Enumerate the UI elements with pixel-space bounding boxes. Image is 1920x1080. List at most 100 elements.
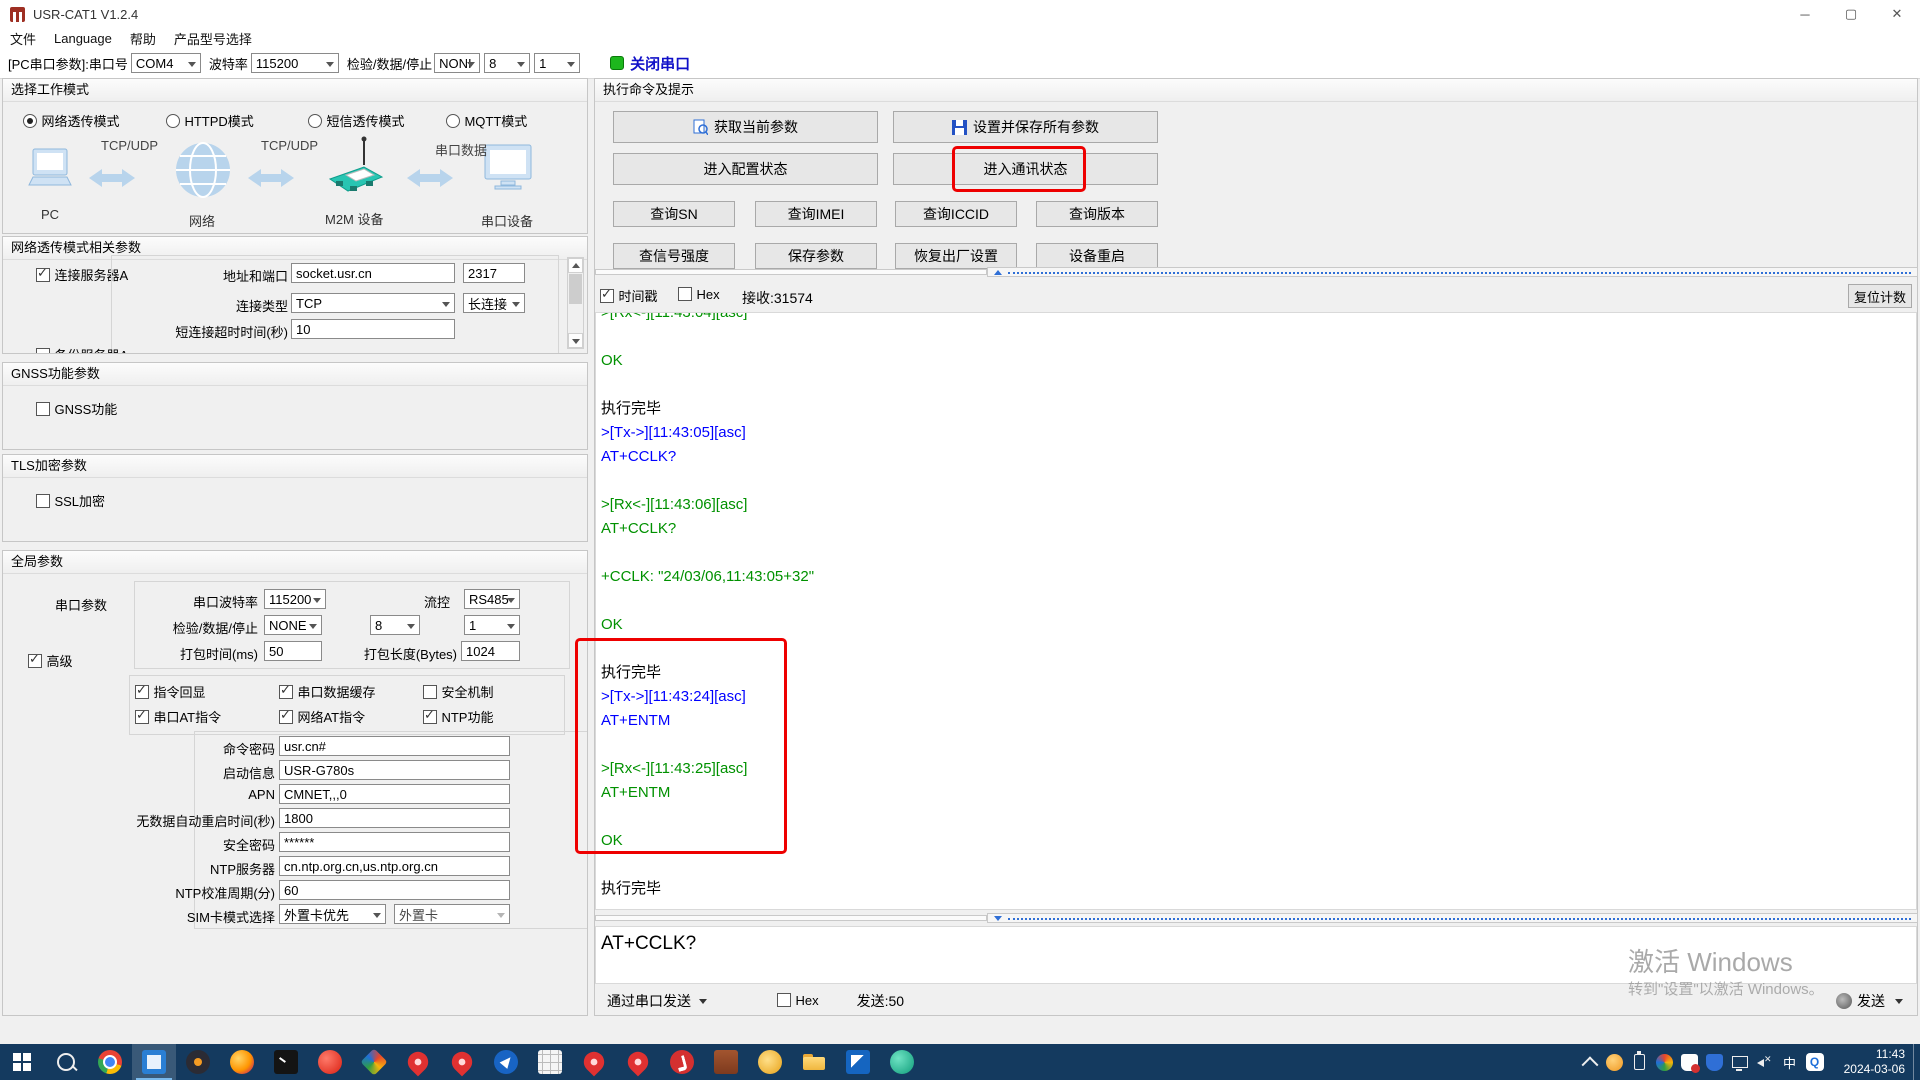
taskbar-app-pointer-blue[interactable]: [484, 1044, 528, 1080]
minimize-button[interactable]: ─: [1782, 0, 1828, 28]
tray-def[interactable]: [1677, 1044, 1702, 1080]
tray-vol[interactable]: [1752, 1044, 1777, 1080]
ssl-checkbox[interactable]: SSL加密: [36, 491, 105, 511]
scroll-down-icon[interactable]: [568, 333, 583, 348]
taskbar-app-music-red[interactable]: [660, 1044, 704, 1080]
pack-time-input[interactable]: 50: [264, 641, 322, 661]
query-sn-button[interactable]: 查询SN: [613, 201, 735, 227]
advanced-option-checkbox[interactable]: 串口AT指令: [135, 707, 221, 727]
advanced-option-checkbox[interactable]: NTP功能: [423, 707, 493, 727]
tray-colorwheel[interactable]: [1652, 1044, 1677, 1080]
conn-type-select[interactable]: TCP: [291, 293, 455, 313]
stopbits-select[interactable]: 1: [534, 53, 580, 73]
send-button[interactable]: 发送: [1836, 991, 1903, 1011]
radio-httpd[interactable]: HTTPD模式: [166, 111, 254, 131]
advanced-option-checkbox[interactable]: 安全机制: [423, 682, 493, 702]
query-imei-button[interactable]: 查询IMEI: [755, 201, 877, 227]
menu-help[interactable]: 帮助: [130, 29, 156, 48]
radio-sms-transparent[interactable]: 短信透传模式: [308, 111, 404, 131]
field-input[interactable]: CMNET,,,0: [279, 784, 510, 804]
advanced-checkbox[interactable]: 高级: [28, 651, 72, 671]
advanced-option-checkbox[interactable]: 网络AT指令: [279, 707, 365, 727]
maximize-button[interactable]: ▢: [1828, 0, 1874, 28]
backup-server-checkbox[interactable]: 备份服务器A: [36, 345, 128, 354]
g-baud-select[interactable]: 115200: [264, 589, 326, 609]
scrollbar-thumb[interactable]: [569, 274, 582, 304]
g-parity-select[interactable]: NONE: [264, 615, 322, 635]
sim-card-select[interactable]: 外置卡: [394, 904, 510, 924]
taskbar-app-pin-red[interactable]: [396, 1044, 440, 1080]
set-save-params-button[interactable]: 设置并保存所有参数: [893, 111, 1158, 143]
taskbar-clock[interactable]: 11:43 2024-03-06: [1827, 1047, 1913, 1077]
com-port-select[interactable]: COM4: [131, 53, 201, 73]
gnss-checkbox[interactable]: GNSS功能: [36, 399, 117, 419]
taskbar-app-pin-red[interactable]: [616, 1044, 660, 1080]
field-input[interactable]: usr.cn#: [279, 736, 510, 756]
log-output-area[interactable]: >[Rx<-][11:43:04][asc]OK执行完毕>[Tx->][11:4…: [595, 312, 1917, 910]
show-desktop-button[interactable]: [1913, 1044, 1920, 1080]
server-port-input[interactable]: 2317: [463, 263, 525, 283]
close-button[interactable]: ✕: [1874, 0, 1920, 28]
taskbar-app-diamond[interactable]: [352, 1044, 396, 1080]
taskbar-app-vscode-blue[interactable]: [836, 1044, 880, 1080]
taskbar-app-grid-white[interactable]: [528, 1044, 572, 1080]
reset-count-button[interactable]: 复位计数: [1848, 284, 1912, 308]
tray-shield[interactable]: [1702, 1044, 1727, 1080]
radio-mqtt[interactable]: MQTT模式: [446, 111, 527, 131]
menu-product-model[interactable]: 产品型号选择: [174, 29, 252, 48]
g-databits-select[interactable]: 8: [370, 615, 420, 635]
taskbar-app-firefox[interactable]: [220, 1044, 264, 1080]
timeout-input[interactable]: 10: [291, 319, 455, 339]
splitter-handle[interactable]: [987, 913, 1918, 923]
pack-len-input[interactable]: 1024: [461, 641, 520, 661]
taskbar-app-honey[interactable]: [748, 1044, 792, 1080]
parity-select[interactable]: NONI: [434, 53, 480, 73]
timestamp-checkbox[interactable]: 时间戳: [600, 286, 657, 306]
close-port-button[interactable]: 关闭串口: [610, 53, 690, 74]
menu-language[interactable]: Language: [54, 31, 112, 46]
menu-file[interactable]: 文件: [10, 29, 36, 48]
query-iccid-button[interactable]: 查询ICCID: [895, 201, 1017, 227]
horizontal-splitter-top[interactable]: [595, 266, 1918, 278]
net-params-scrollbar[interactable]: [567, 257, 584, 349]
field-input[interactable]: cn.ntp.org.cn,us.ntp.org.cn: [279, 856, 510, 876]
taskbar-app-folder[interactable]: [792, 1044, 836, 1080]
tray-chevron[interactable]: [1577, 1044, 1602, 1080]
advanced-option-checkbox[interactable]: 串口数据缓存: [279, 682, 375, 702]
taskbar-app-pin-red[interactable]: [440, 1044, 484, 1080]
enter-config-button[interactable]: 进入配置状态: [613, 153, 878, 185]
hex-send-checkbox[interactable]: Hex: [777, 992, 819, 1010]
taskbar-app-circle-teal[interactable]: [880, 1044, 924, 1080]
tray-qq[interactable]: Q: [1802, 1044, 1827, 1080]
conn-mode-select[interactable]: 长连接: [463, 293, 525, 313]
tray-ime[interactable]: 中: [1777, 1044, 1802, 1080]
tray-user[interactable]: [1602, 1044, 1627, 1080]
taskbar-app-red-circle[interactable]: [308, 1044, 352, 1080]
taskbar-app-chrome[interactable]: [88, 1044, 132, 1080]
g-stopbits-select[interactable]: 1: [464, 615, 520, 635]
databits-select[interactable]: 8: [484, 53, 530, 73]
radio-net-transparent[interactable]: 网络透传模式: [23, 111, 119, 131]
field-input[interactable]: ******: [279, 832, 510, 852]
splitter-handle[interactable]: [987, 267, 1918, 277]
field-input[interactable]: 1800: [279, 808, 510, 828]
taskbar-app-pin-red[interactable]: [572, 1044, 616, 1080]
horizontal-splitter-bottom[interactable]: [595, 912, 1918, 924]
taskbar-app-box-brown[interactable]: [704, 1044, 748, 1080]
sim-mode-select[interactable]: 外置卡优先: [279, 904, 386, 924]
field-input[interactable]: 60: [279, 880, 510, 900]
tray-usb[interactable]: [1627, 1044, 1652, 1080]
baud-select[interactable]: 115200: [251, 53, 339, 73]
hex-recv-checkbox[interactable]: Hex: [678, 286, 720, 304]
query-version-button[interactable]: 查询版本: [1036, 201, 1158, 227]
advanced-option-checkbox[interactable]: 指令回显: [135, 682, 205, 702]
tray-mon[interactable]: [1727, 1044, 1752, 1080]
taskbar-app-usr-app[interactable]: [132, 1044, 176, 1080]
taskbar-app-media-dark[interactable]: [176, 1044, 220, 1080]
start-button[interactable]: [0, 1044, 44, 1080]
server-address-input[interactable]: socket.usr.cn: [291, 263, 455, 283]
field-input[interactable]: USR-G780s: [279, 760, 510, 780]
taskbar-app-terminal[interactable]: [264, 1044, 308, 1080]
g-flow-select[interactable]: RS485: [464, 589, 520, 609]
taskbar-search-button[interactable]: [44, 1044, 88, 1080]
